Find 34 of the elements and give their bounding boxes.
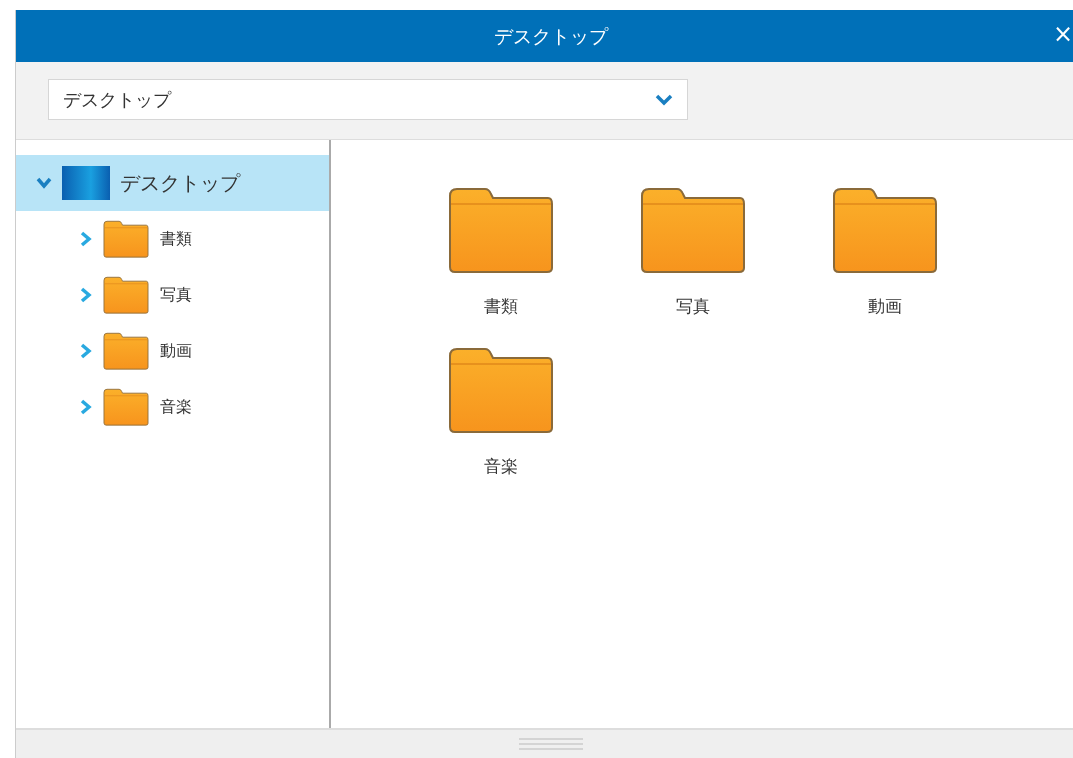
chevron-right-icon[interactable] — [80, 399, 92, 415]
tree-label: 音楽 — [160, 396, 192, 418]
tree-label: デスクトップ — [120, 170, 240, 197]
folder-icon — [102, 276, 150, 314]
location-value: デスクトップ — [63, 88, 173, 112]
folder-icon — [102, 220, 150, 258]
tree-item[interactable]: 写真 — [16, 267, 329, 323]
folder-label: 写真 — [676, 295, 710, 318]
folder-label: 動画 — [868, 295, 902, 318]
folder-label: 書類 — [484, 295, 518, 318]
folder-icon — [447, 186, 555, 274]
tree-label: 動画 — [160, 340, 192, 362]
folder-icon — [447, 346, 555, 434]
close-button[interactable]: × — [1048, 20, 1073, 48]
folder-label: 音楽 — [484, 455, 518, 478]
tree-item[interactable]: 動画 — [16, 323, 329, 379]
chevron-right-icon[interactable] — [80, 343, 92, 359]
tree-item[interactable]: 音楽 — [16, 379, 329, 435]
folder-icon — [639, 186, 747, 274]
window-title: デスクトップ — [493, 23, 608, 49]
location-dropdown[interactable]: デスクトップ — [48, 79, 688, 120]
folder-icon — [831, 186, 939, 274]
chevron-right-icon[interactable] — [80, 287, 92, 303]
chevron-down-icon — [655, 93, 673, 106]
tree-item[interactable]: デスクトップ — [16, 155, 329, 211]
tree-label: 写真 — [160, 284, 192, 306]
tree-label: 書類 — [160, 228, 192, 250]
chevron-down-icon[interactable] — [36, 177, 52, 189]
tree-item[interactable]: 書類 — [16, 211, 329, 267]
folder-icon — [102, 332, 150, 370]
resize-grip-icon — [518, 737, 583, 751]
desktop-icon — [62, 166, 110, 200]
folder-icon — [102, 388, 150, 426]
chevron-right-icon[interactable] — [80, 231, 92, 247]
